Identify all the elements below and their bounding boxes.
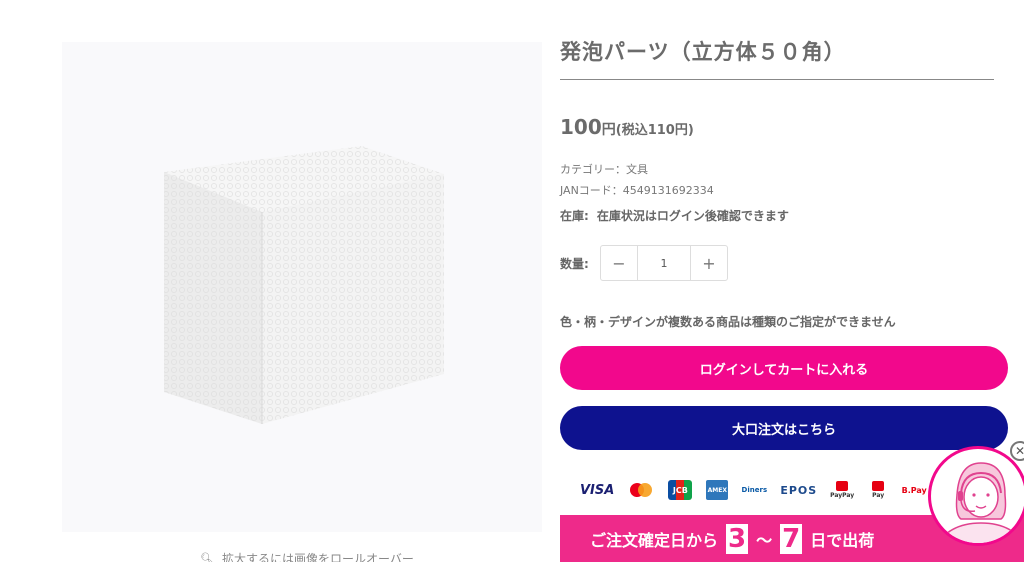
price-yen: 円 [601,122,616,138]
bulk-order-button[interactable]: 大口注文はこちら [560,406,1008,450]
price-amount: 100 [560,115,602,139]
zoom-hint-text: 拡大するには画像をロールオーバー [221,552,414,562]
jcb-logo: JCB [668,480,693,500]
shipping-suffix: 日で出荷 [810,530,875,550]
chat-close-icon[interactable]: ✕ [1010,441,1024,461]
shipping-prefix: ご注文確定日から [590,530,719,550]
operator-icon [940,462,1022,543]
stock-text: 在庫状況はログイン後確認できます [596,209,789,223]
epos-logo: EPOS [780,483,818,497]
bpay-logo: B.Pay [901,485,927,495]
product-jan: JANコード：4549131692334 [560,184,714,197]
diners-logo: Diners [741,486,768,494]
product-image[interactable] [162,142,452,432]
visa-logo: VISA [580,482,615,498]
amex-logo: AMEX [706,480,729,500]
product-category: カテゴリー：文具 [560,163,648,176]
price-tax: (税込110円) [615,123,694,138]
shipping-days-from: 3 [726,523,749,554]
paypay-logo: PayPay [830,480,854,500]
quantity-increase-button[interactable]: + [691,246,727,280]
login-add-to-cart-button[interactable]: ログインしてカートに入れる [560,346,1008,390]
title-divider [560,79,994,80]
quantity-label: 数量: [560,256,589,271]
stock-label: 在庫: [560,209,589,223]
shipping-tilde: 〜 [756,530,773,550]
stock-status: 在庫: 在庫状況はログイン後確認できます [560,207,789,224]
zoom-hint: 🔍︎ 拡大するには画像をロールオーバー [200,550,414,562]
payment-methods: VISA JCB AMEX Diners EPOS PayPay Pay B.P… [580,480,927,500]
product-image-area[interactable] [62,42,542,532]
quantity-row: 数量: − 1 + [560,245,728,281]
product-price: 100円(税込110円) [560,115,694,139]
variation-notice: 色・柄・デザインが複数ある商品は種類のご指定ができません [560,315,896,329]
mastercard-logo [628,480,654,500]
product-title: 発泡パーツ（立方体５０角） [560,40,846,64]
quantity-decrease-button[interactable]: − [601,246,637,280]
magnifier-icon: 🔍︎ [200,552,214,562]
quantity-input[interactable]: 1 [637,246,691,280]
quantity-stepper[interactable]: − 1 + [600,245,728,281]
rpay-logo: Pay [867,480,889,500]
chat-support-avatar[interactable] [928,446,1024,546]
shipping-days-to: 7 [780,523,803,554]
